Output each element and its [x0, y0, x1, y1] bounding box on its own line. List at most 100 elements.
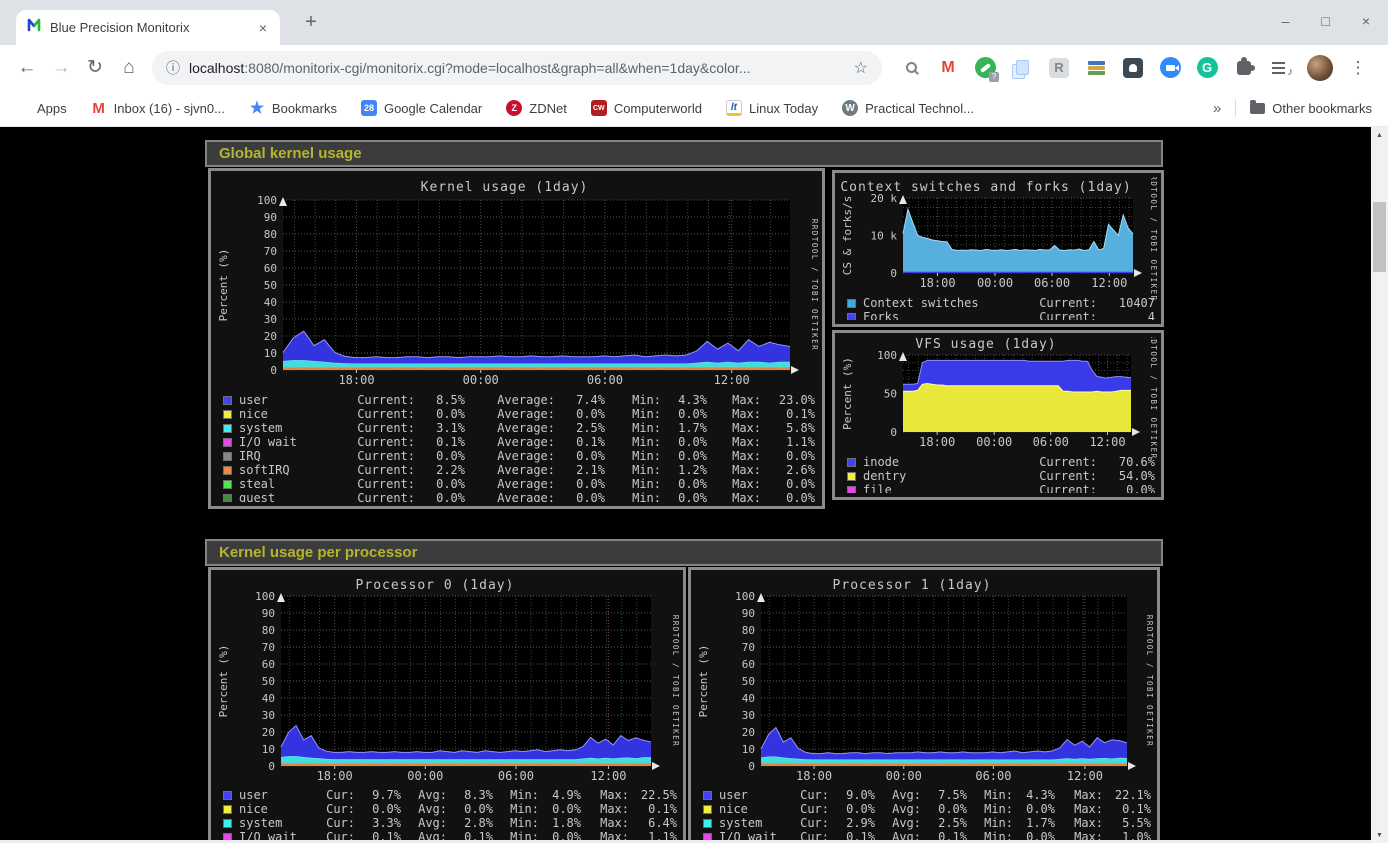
back-icon[interactable]: ← — [10, 57, 44, 79]
svg-text:100: 100 — [877, 349, 897, 362]
zoom-extension-icon[interactable] — [1159, 57, 1181, 79]
svg-text:Percent (%): Percent (%) — [841, 357, 854, 430]
svg-text:Percent (%): Percent (%) — [697, 645, 710, 718]
svg-text:70: 70 — [262, 641, 275, 654]
lamp-extension-icon[interactable] — [1122, 57, 1144, 79]
books-extension-icon[interactable] — [1085, 57, 1107, 79]
svg-text:30: 30 — [264, 313, 277, 326]
svg-text:20: 20 — [264, 330, 277, 343]
svg-text:10: 10 — [262, 743, 275, 756]
bookmark-practical-technology[interactable]: W Practical Technol... — [842, 100, 974, 116]
svg-text:10: 10 — [264, 347, 277, 360]
svg-text:0: 0 — [890, 267, 897, 280]
minimize-button[interactable]: – — [1282, 13, 1290, 29]
address-bar[interactable]: ⓘ localhost:8080/monitorix-cgi/monitorix… — [152, 51, 882, 85]
grammarly-extension-icon[interactable]: G — [1196, 57, 1218, 79]
svg-text:100: 100 — [255, 590, 275, 603]
bookmark-bookmarks[interactable]: ★ Bookmarks — [249, 100, 337, 116]
graph-legend: userCur:9.7%Avg:8.3%Min:4.9%Max:22.5%nic… — [223, 788, 677, 843]
svg-text:20: 20 — [262, 726, 275, 739]
monitorix-favicon — [26, 17, 42, 38]
bookmark-star-icon[interactable]: ☆ — [854, 58, 868, 78]
svg-text:00:00: 00:00 — [977, 276, 1013, 290]
svg-text:12:00: 12:00 — [1089, 435, 1125, 449]
svg-text:18:00: 18:00 — [338, 373, 374, 387]
zdnet-icon: Z — [506, 100, 522, 116]
graph-legend: userCurrent:8.5%Average:7.4%Min:4.3%Max:… — [223, 393, 816, 502]
svg-text:RRDTOOL / TOBI OETIKER: RRDTOOL / TOBI OETIKER — [1149, 177, 1157, 302]
scrollbar-thumb[interactable] — [1373, 202, 1386, 272]
svg-text:80: 80 — [742, 624, 755, 637]
svg-text:80: 80 — [264, 228, 277, 241]
svg-text:40: 40 — [262, 692, 275, 705]
reload-icon[interactable]: ↻ — [78, 56, 112, 79]
search-extension-icon[interactable] — [900, 57, 922, 79]
svg-text:18:00: 18:00 — [317, 769, 353, 783]
section-header-kernel-usage-per-processor: Kernel usage per processor — [205, 539, 1163, 566]
svg-text:0: 0 — [270, 364, 277, 377]
svg-text:RRDTOOL / TOBI OETIKER: RRDTOOL / TOBI OETIKER — [1149, 337, 1157, 460]
phone-extension-icon[interactable]: ? — [974, 57, 996, 79]
computerworld-icon: CW — [591, 100, 607, 116]
svg-text:0: 0 — [748, 760, 755, 773]
extensions-puzzle-icon[interactable] — [1233, 57, 1255, 79]
svg-text:Percent (%): Percent (%) — [217, 249, 230, 322]
browser-tab[interactable]: Blue Precision Monitorix × — [16, 10, 280, 45]
graph-processor-1[interactable]: Processor 1 (1day)0102030405060708090100… — [695, 574, 1153, 843]
svg-text:06:00: 06:00 — [498, 769, 534, 783]
url-text[interactable]: localhost:8080/monitorix-cgi/monitorix.c… — [189, 60, 845, 76]
svg-text:12:00: 12:00 — [590, 769, 626, 783]
svg-text:50: 50 — [742, 675, 755, 688]
graph-vfs-usage[interactable]: VFS usage (1day)05010018:0000:0006:0012:… — [839, 337, 1157, 493]
gmail-icon: M — [91, 100, 107, 116]
monitorix-page: Global kernel usage Kernel usage (1day)0… — [0, 127, 1371, 843]
phone-badge: ? — [989, 72, 999, 82]
star-icon: ★ — [249, 100, 265, 116]
graph-kernel-usage[interactable]: Kernel usage (1day)010203040506070809010… — [215, 175, 818, 502]
graph-legend: Context switchesCurrent:10407ForksCurren… — [847, 296, 1155, 320]
new-tab-button[interactable]: + — [298, 11, 324, 34]
bookmark-computerworld[interactable]: CW Computerworld — [591, 100, 702, 116]
bookmark-apps[interactable]: Apps — [16, 101, 67, 116]
graph-context-switches[interactable]: Context switches and forks (1day)010 k20… — [839, 177, 1157, 320]
graph-processor-0[interactable]: Processor 0 (1day)0102030405060708090100… — [215, 574, 679, 843]
browser-menu-icon[interactable]: ⋮ — [1348, 58, 1368, 78]
rescuetime-extension-icon[interactable]: R — [1048, 57, 1070, 79]
bookmarks-overflow-icon[interactable]: » — [1213, 100, 1221, 117]
profile-avatar[interactable] — [1307, 55, 1333, 81]
bookmark-linux-today[interactable]: lt Linux Today — [726, 100, 818, 116]
svg-text:Processor 1 (1day): Processor 1 (1day) — [833, 578, 992, 593]
maximize-button[interactable]: □ — [1321, 13, 1329, 29]
panel-context-switches: Context switches and forks (1day)010 k20… — [832, 170, 1164, 327]
page-scrollbar[interactable]: ▲ ▼ — [1371, 127, 1388, 843]
home-icon[interactable]: ⌂ — [112, 57, 146, 79]
svg-text:100: 100 — [257, 194, 277, 207]
svg-text:VFS usage (1day): VFS usage (1day) — [915, 337, 1056, 352]
scrollbar-up-icon[interactable]: ▲ — [1371, 127, 1388, 143]
svg-text:50: 50 — [884, 388, 897, 401]
scrollbar-down-icon[interactable]: ▼ — [1371, 827, 1388, 843]
other-bookmarks[interactable]: Other bookmarks — [1250, 101, 1372, 116]
bookmark-google-calendar[interactable]: 28 Google Calendar — [361, 100, 482, 116]
svg-text:18:00: 18:00 — [919, 435, 955, 449]
bookmark-inbox[interactable]: M Inbox (16) - sjvn0... — [91, 100, 225, 116]
svg-text:80: 80 — [262, 624, 275, 637]
svg-text:70: 70 — [264, 245, 277, 258]
close-button[interactable]: × — [1362, 13, 1370, 29]
copy-pages-extension-icon[interactable] — [1011, 57, 1033, 79]
svg-text:18:00: 18:00 — [919, 276, 955, 290]
panel-processor-0: Processor 0 (1day)0102030405060708090100… — [208, 567, 686, 843]
bookmark-zdnet[interactable]: Z ZDNet — [506, 100, 567, 116]
gmail-extension-icon[interactable]: M — [937, 57, 959, 79]
playlist-extension-icon[interactable]: ♪ — [1270, 57, 1292, 79]
forward-icon[interactable]: → — [44, 57, 78, 79]
site-info-icon[interactable]: ⓘ — [166, 58, 180, 78]
svg-text:0: 0 — [268, 760, 275, 773]
svg-text:00:00: 00:00 — [886, 769, 922, 783]
svg-text:12:00: 12:00 — [1067, 769, 1103, 783]
toolbar: ← → ↻ ⌂ ⓘ localhost:8080/monitorix-cgi/m… — [0, 45, 1388, 90]
tab-close-icon[interactable]: × — [256, 20, 270, 36]
svg-text:18:00: 18:00 — [796, 769, 832, 783]
svg-text:12:00: 12:00 — [1091, 276, 1127, 290]
svg-text:00:00: 00:00 — [463, 373, 499, 387]
